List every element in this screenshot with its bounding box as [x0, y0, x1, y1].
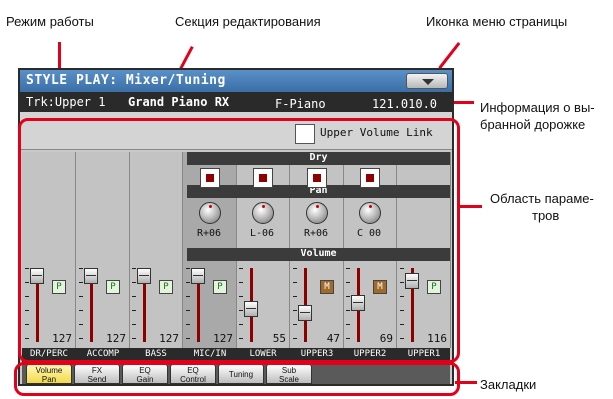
sound-category: F-Piano [275, 97, 326, 111]
track-label: Trk:Upper 1 [26, 95, 106, 109]
annotation-edit-section: Секция редактирования [175, 14, 321, 29]
annotation-mode: Режим работы [6, 14, 94, 29]
page-title: STYLE PLAY: Mixer/Tuning [26, 73, 226, 88]
page-menu-button[interactable] [406, 73, 448, 89]
annotation-track-info-line1: Информация о вы- [480, 100, 595, 115]
callout-line-menu-icon [438, 42, 461, 70]
triangle-down-icon [422, 79, 434, 85]
callout-frame-parameter-area [18, 118, 460, 363]
callout-frame-tabs [14, 362, 460, 396]
sound-name: Grand Piano RX [128, 95, 230, 109]
annotation-page-menu-icon: Иконка меню страницы [426, 14, 568, 29]
callout-line-param-area [460, 205, 482, 208]
annotation-track-info-line2: бранной дорожке [480, 117, 586, 132]
annotation-tabs: Закладки [480, 377, 537, 392]
annotation-param-area-line1: Область параме- [490, 191, 594, 206]
title-bar: STYLE PLAY: Mixer/Tuning [20, 70, 452, 92]
sound-number: 121.010.0 [372, 97, 438, 111]
annotation-param-area-line2: тров [532, 208, 560, 223]
track-info-bar: Trk:Upper 1 Grand Piano RX F-Piano 121.0… [20, 92, 452, 112]
